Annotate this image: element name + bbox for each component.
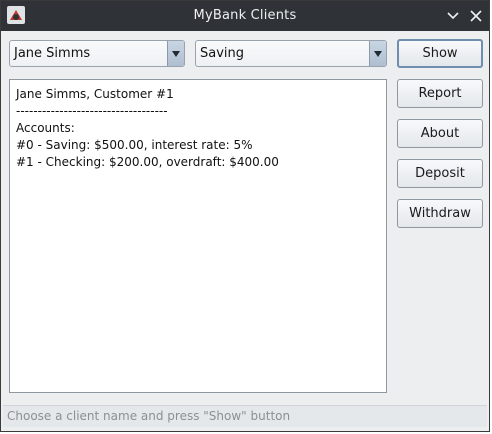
close-icon[interactable]: [467, 7, 485, 25]
chevron-down-icon[interactable]: [369, 41, 386, 66]
output-line: Jane Simms, Customer #1: [16, 87, 174, 101]
output-line: -----------------------------------: [16, 104, 168, 118]
client-select-value: Jane Simms: [14, 46, 91, 61]
output-text-area[interactable]: Jane Simms, Customer #1 ----------------…: [9, 79, 387, 393]
deposit-button[interactable]: Deposit: [397, 159, 483, 188]
chevron-down-icon[interactable]: [167, 41, 184, 66]
status-bar: Choose a client name and press "Show" bu…: [3, 405, 487, 427]
about-button[interactable]: About: [397, 119, 483, 148]
client-select[interactable]: Jane Simms: [9, 40, 185, 67]
account-type-select[interactable]: Saving: [195, 40, 387, 67]
title-bar[interactable]: MyBank Clients: [1, 1, 489, 31]
app-window: MyBank Clients Jane Simms Saving Show Re…: [0, 0, 490, 432]
output-line: Accounts:: [16, 121, 75, 135]
show-button[interactable]: Show: [397, 39, 483, 68]
report-button[interactable]: Report: [397, 79, 483, 108]
output-line: #1 - Checking: $200.00, overdraft: $400.…: [16, 155, 279, 169]
withdraw-button[interactable]: Withdraw: [397, 199, 483, 228]
output-line: #0 - Saving: $500.00, interest rate: 5%: [16, 138, 253, 152]
account-type-select-value: Saving: [200, 46, 245, 61]
window-title: MyBank Clients: [193, 8, 297, 23]
chevron-down-icon[interactable]: [444, 7, 462, 25]
